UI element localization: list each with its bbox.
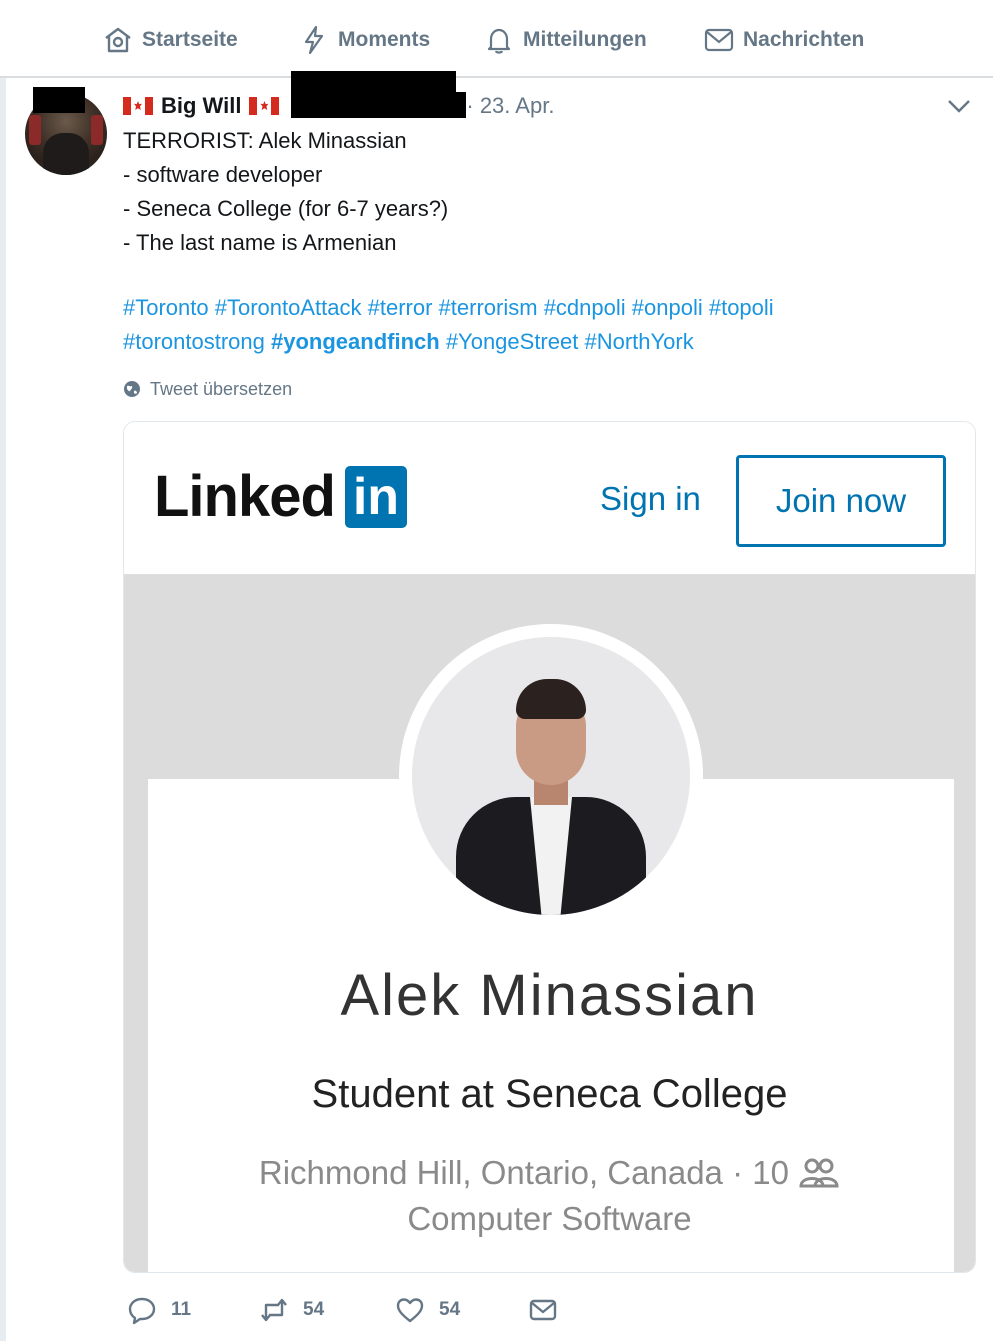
nav-messages[interactable]: Nachrichten [703,22,864,58]
canada-flag-icon [123,97,153,115]
hashtags: #Toronto #TorontoAttack #terror #terrori… [123,291,943,359]
tweet-text: TERRORIST: Alek Minassian - software dev… [123,124,943,260]
reply-icon [128,1297,156,1325]
translate-tweet-link[interactable]: Tweet übersetzen [123,376,292,402]
bell-icon [487,28,511,54]
connection-count: · 10 [732,1154,789,1191]
hashtag-link[interactable]: #topoli [709,295,774,320]
tweet-line: TERRORIST: Alek Minassian [123,128,407,153]
nav-moments[interactable]: Moments [298,22,430,58]
hashtag-link[interactable]: #onpoli [632,295,703,320]
hashtag-link[interactable]: #cdnpoli [544,295,626,320]
tweet-line: - The last name is Armenian [123,230,397,255]
redaction-bar [33,87,85,113]
globe-icon [124,381,140,397]
home-icon [105,27,131,53]
tweet-header: Big Will [123,90,287,122]
hashtag-link[interactable]: #torontostrong [123,329,265,354]
profile-photo [412,637,690,915]
tweet-line: - software developer [123,162,323,187]
logo-in-box: in [344,466,407,528]
nav-notifications[interactable]: Mitteilungen [483,22,647,58]
hashtag-link[interactable]: #terrorism [439,295,538,320]
retweet-button[interactable]: 54 [259,1290,324,1330]
envelope-icon [529,1299,557,1321]
hashtag-link[interactable]: #YongeStreet [446,329,579,354]
nav-home-label: Startseite [142,28,238,51]
tweet-line: - Seneca College (for 6-7 years?) [123,196,449,221]
top-navigation: Startseite Moments Mitteilungen Nachrich… [0,0,993,78]
profile-location-row: Richmond Hill, Ontario, Canada · 10 [124,1154,975,1192]
profile-headline: Student at Seneca College [311,1072,788,1116]
people-icon [799,1158,839,1188]
hashtag-link[interactable]: #Toronto [123,295,209,320]
retweet-count: 54 [303,1299,325,1320]
tweet-date: · 23. Apr. [466,93,555,118]
hashtag-link[interactable]: #TorontoAttack [215,295,362,320]
nav-notifications-label: Mitteilungen [523,28,647,51]
media-card[interactable]: Linked in Sign in Join now Alek Minassia… [123,421,976,1273]
nav-messages-label: Nachrichten [743,28,865,51]
translate-label: Tweet übersetzen [150,378,293,399]
profile-industry: Computer Software [407,1200,692,1237]
hashtag-link[interactable]: #NorthYork [584,329,693,354]
envelope-icon [704,28,734,52]
nav-home[interactable]: Startseite [102,22,238,58]
hashtag-link[interactable]: #terror [368,295,433,320]
linkedin-header: Linked in Sign in Join now [124,422,975,575]
retweet-icon [261,1298,287,1322]
hashtag-link[interactable]: #yongeandfinch [271,329,440,354]
reply-count: 11 [171,1299,192,1320]
profile-photo-frame [399,624,703,928]
profile-location: Richmond Hill, Ontario, Canada [258,1154,723,1191]
display-name[interactable]: Big Will [161,93,241,119]
profile-name: Alek Minassian [340,963,759,1028]
heart-icon [396,1298,424,1323]
direct-message-button[interactable] [528,1290,572,1330]
redaction-bar [291,92,466,118]
join-now-button[interactable]: Join now [736,455,946,547]
reply-button[interactable]: 11 [127,1290,191,1330]
lightning-icon [304,25,324,55]
sign-in-link[interactable]: Sign in [600,480,701,518]
canada-flag-icon [249,97,280,115]
like-count: 54 [439,1299,461,1320]
like-button[interactable]: 54 [395,1290,460,1330]
chevron-down-icon[interactable] [946,96,972,116]
timeline-rail [0,78,6,1341]
nav-moments-label: Moments [338,28,431,51]
logo-word: Linked [154,464,336,529]
linkedin-logo: Linked in [154,464,407,530]
